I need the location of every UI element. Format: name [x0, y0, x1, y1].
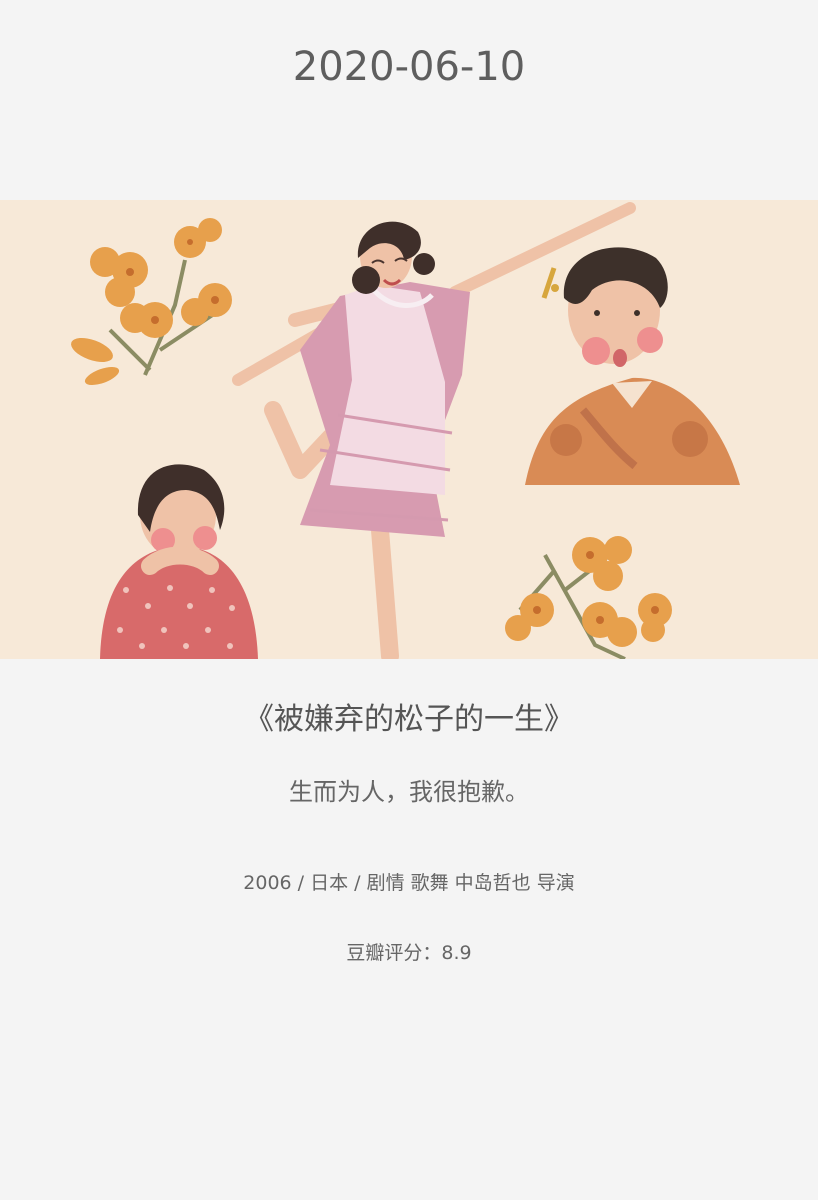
post-date: 2020-06-10 [292, 44, 526, 90]
illustration-svg [0, 200, 818, 659]
movie-illustration [0, 200, 818, 659]
movie-quote: 生而为人，我很抱歉。 [289, 778, 529, 806]
movie-meta: 2006 / 日本 / 剧情 歌舞 中岛哲也 导演 [243, 872, 575, 894]
movie-title: 《被嫌弃的松子的一生》 [244, 702, 574, 737]
douban-rating: 豆瓣评分：8.9 [346, 942, 472, 964]
